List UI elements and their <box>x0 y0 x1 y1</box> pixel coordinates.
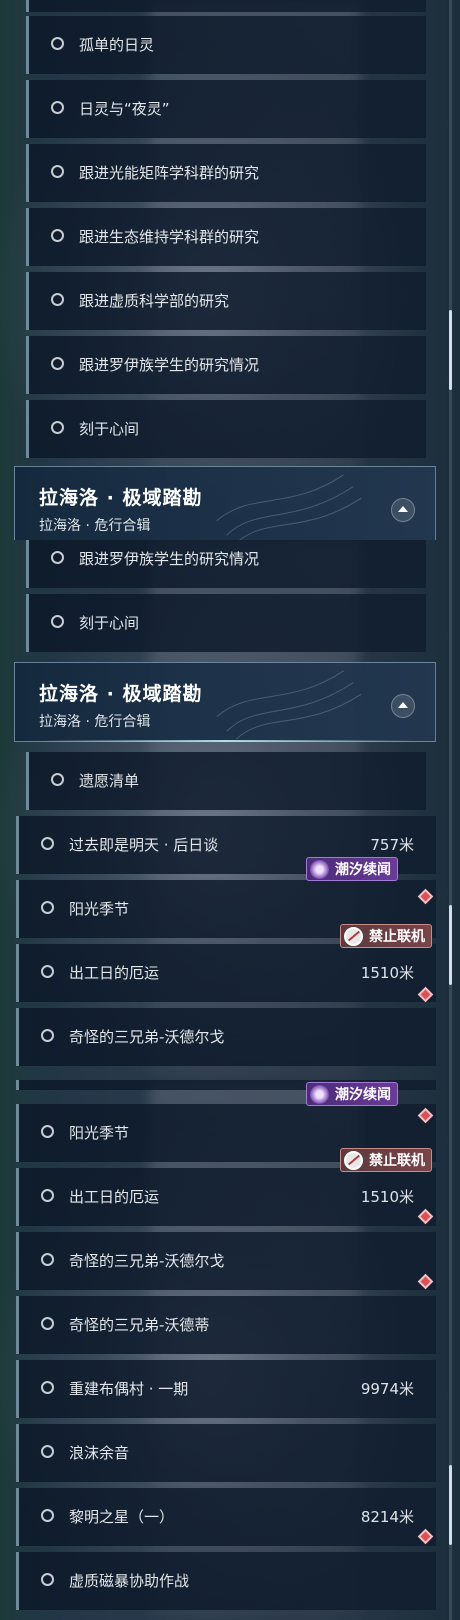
badge-label: 潮汐续闻 <box>335 862 391 878</box>
status-circle-icon <box>41 1125 54 1138</box>
quest-name: 奇怪的三兄弟-沃德蒂 <box>69 1316 210 1334</box>
status-circle-icon <box>41 837 54 850</box>
tide-icon <box>310 1085 329 1104</box>
badge-label: 禁止联机 <box>369 1153 425 1169</box>
list-item[interactable]: 黎明之星（一） 8214米 <box>16 1488 436 1546</box>
list-item[interactable]: 跟进虚质科学部的研究 <box>26 272 426 330</box>
region-section-header[interactable]: 拉海洛 · 极域踏勘 拉海洛 · 危行合辑 <box>14 466 436 540</box>
badge-label: 潮汐续闻 <box>335 1087 391 1103</box>
scrollbar-track[interactable] <box>449 540 452 1080</box>
status-circle-icon <box>51 357 64 370</box>
quest-name: 刻于心间 <box>79 614 140 632</box>
quest-name: 跟进罗伊族学生的研究情况 <box>79 550 260 568</box>
list-item[interactable]: 跟进生态维持学科群的研究 <box>26 208 426 266</box>
quest-name: 重建布偶村 · 一期 <box>69 1380 189 1398</box>
status-circle-icon <box>51 229 64 242</box>
list-item[interactable]: 虚质磁暴协助作战 <box>16 1552 436 1610</box>
list-item[interactable]: 跟进罗伊族学生的研究情况 <box>26 540 426 588</box>
status-circle-icon <box>51 551 64 564</box>
tide-sequel-badge: 潮汐续闻 <box>306 1082 398 1106</box>
section-subtitle: 拉海洛 · 危行合辑 <box>39 714 151 730</box>
quest-list-panel-1: 孤单的日灵 日灵与“夜灵” 跟进光能矩阵学科群的研究 跟进生态维持学科群的研究 … <box>0 0 460 540</box>
status-circle-icon <box>41 1573 54 1586</box>
status-circle-icon <box>41 1445 54 1458</box>
badge-label: 禁止联机 <box>369 929 425 945</box>
status-circle-icon <box>41 1189 54 1202</box>
topo-pattern-icon <box>216 474 362 540</box>
no-coop-badge: 禁止联机 <box>340 1148 432 1172</box>
scrollbar-thumb[interactable] <box>449 310 452 390</box>
no-coop-badge: 禁止联机 <box>340 924 432 948</box>
quest-name: 过去即是明天 · 后日谈 <box>69 836 219 854</box>
quest-name: 跟进生态维持学科群的研究 <box>79 228 260 246</box>
no-coop-icon <box>344 1151 363 1170</box>
section-title: 拉海洛 · 极域踏勘 <box>39 487 203 509</box>
list-item[interactable]: 日灵与“夜灵” <box>26 80 426 138</box>
quest-name: 日灵与“夜灵” <box>79 100 170 118</box>
quest-distance: 1510米 <box>360 964 414 982</box>
list-item[interactable]: 奇怪的三兄弟-沃德尔戈 <box>16 1232 436 1290</box>
quest-name: 出工日的厄运 <box>69 1188 160 1206</box>
collapse-arrow-icon[interactable] <box>391 498 415 522</box>
section-title: 拉海洛 · 极域踏勘 <box>39 683 203 705</box>
quest-list-panel-3: 阳光季节 潮汐续闻 出工日的厄运 1510米 禁止联机 奇怪的三兄弟-沃德尔戈 … <box>0 1080 460 1620</box>
list-item[interactable]: 刻于心间 <box>26 400 426 458</box>
list-item[interactable]: 奇怪的三兄弟-沃德尔戈 <box>16 1008 436 1066</box>
scrollbar-thumb[interactable] <box>449 905 452 985</box>
status-circle-icon <box>51 293 64 306</box>
quest-list-panel-2: 跟进罗伊族学生的研究情况 刻于心间 拉海洛 · 极域踏勘 拉海洛 · 危行合辑 … <box>0 540 460 1080</box>
tide-icon <box>310 860 329 879</box>
quest-distance: 9974米 <box>360 1380 414 1398</box>
list-item[interactable]: 浪沫余音 <box>16 1424 436 1482</box>
status-circle-icon <box>41 901 54 914</box>
quest-name: 黎明之星（一） <box>69 1508 175 1526</box>
quest-name: 跟进罗伊族学生的研究情况 <box>79 356 260 374</box>
quest-name: 跟进虚质科学部的研究 <box>79 292 230 310</box>
status-circle-icon <box>41 965 54 978</box>
list-item[interactable]: 重建布偶村 · 一期 9974米 <box>16 1360 436 1418</box>
list-item[interactable]: 跟进罗伊族学生的研究情况 <box>26 336 426 394</box>
status-circle-icon <box>51 421 64 434</box>
scrollbar-thumb[interactable] <box>449 1465 452 1545</box>
status-circle-icon <box>51 165 64 178</box>
list-item[interactable]: 奇怪的三兄弟-沃德蒂 <box>16 1296 436 1354</box>
list-item-partial[interactable] <box>26 0 426 12</box>
list-item[interactable]: 出工日的厄运 1510米 <box>16 944 436 1002</box>
quest-name: 阳光季节 <box>69 900 130 918</box>
region-section-header[interactable]: 拉海洛 · 极域踏勘 拉海洛 · 危行合辑 <box>14 662 436 742</box>
list-item[interactable]: 遗愿清单 <box>26 752 426 810</box>
quest-name: 阳光季节 <box>69 1124 130 1142</box>
quest-distance: 8214米 <box>360 1508 414 1526</box>
status-circle-icon <box>41 1509 54 1522</box>
status-circle-icon <box>51 773 64 786</box>
quest-name: 孤单的日灵 <box>79 36 155 54</box>
quest-name: 浪沫余音 <box>69 1444 130 1462</box>
list-item[interactable]: 孤单的日灵 <box>26 16 426 74</box>
collapse-arrow-icon[interactable] <box>391 694 415 718</box>
status-circle-icon <box>41 1253 54 1266</box>
list-item[interactable]: 出工日的厄运 1510米 <box>16 1168 436 1226</box>
quest-name: 出工日的厄运 <box>69 964 160 982</box>
status-circle-icon <box>51 101 64 114</box>
topo-pattern-icon <box>216 670 362 740</box>
quest-name: 遗愿清单 <box>79 772 140 790</box>
quest-name: 奇怪的三兄弟-沃德尔戈 <box>69 1028 225 1046</box>
no-coop-icon <box>344 927 363 946</box>
quest-name: 奇怪的三兄弟-沃德尔戈 <box>69 1252 225 1270</box>
section-subtitle: 拉海洛 · 危行合辑 <box>39 518 151 534</box>
tide-sequel-badge: 潮汐续闻 <box>306 857 398 881</box>
status-circle-icon <box>41 1029 54 1042</box>
list-item[interactable]: 跟进光能矩阵学科群的研究 <box>26 144 426 202</box>
list-item[interactable]: 刻于心间 <box>26 594 426 652</box>
status-circle-icon <box>51 615 64 628</box>
quest-name: 刻于心间 <box>79 420 140 438</box>
quest-name: 跟进光能矩阵学科群的研究 <box>79 164 260 182</box>
scrollbar-track[interactable] <box>449 0 452 540</box>
quest-distance: 1510米 <box>360 1188 414 1206</box>
status-circle-icon <box>51 37 64 50</box>
status-circle-icon <box>41 1381 54 1394</box>
quest-name: 虚质磁暴协助作战 <box>69 1572 190 1590</box>
selection-glow <box>35 740 415 742</box>
status-circle-icon <box>41 1317 54 1330</box>
